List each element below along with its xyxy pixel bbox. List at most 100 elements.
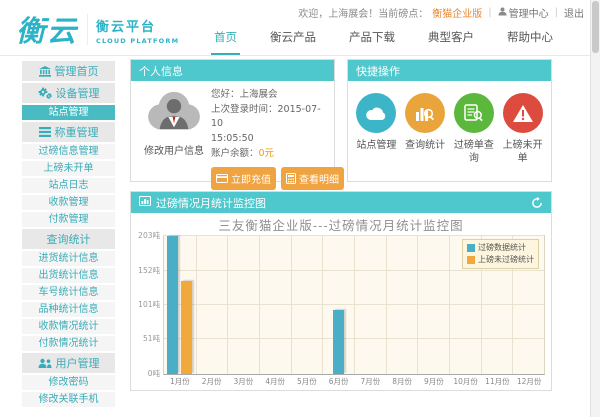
sidebar-label: 站点日志	[49, 180, 89, 191]
sidebar-label: 修改关联手机	[39, 394, 99, 405]
sidebar-item[interactable]: 收款管理	[22, 195, 115, 210]
sidebar-label: 收款情况统计	[39, 321, 99, 332]
sidebar-item[interactable]: 车号统计信息	[22, 285, 115, 300]
x-axis-label: 4月份	[259, 376, 291, 387]
legend-swatch	[467, 256, 475, 264]
sidebar-item[interactable]: 进货统计信息	[22, 251, 115, 266]
main-nav: 首页衡云产品产品下载典型客户帮助中心	[211, 23, 556, 55]
unbilled-action[interactable]: 上磅未开单	[498, 93, 547, 165]
sidebar-item[interactable]: 站点管理	[22, 105, 115, 120]
quick-actions-panel: 快捷操作 站点管理查询统计过磅单查询上磅未开单	[347, 59, 552, 182]
nav-tab[interactable]: 典型客户	[425, 23, 477, 55]
sidebar-item[interactable]: 付款情况统计	[22, 336, 115, 351]
chart-title: 三友衡猫企业版---过磅情况月统计监控图	[137, 216, 545, 235]
y-axis-label: 101吨	[138, 299, 160, 310]
sidebar-item[interactable]: 收款情况统计	[22, 319, 115, 334]
admin-center-link[interactable]: 管理中心	[498, 5, 549, 20]
welcome-text: 欢迎，上海展会！当前磅点：	[298, 5, 428, 20]
view-detail-button[interactable]: 查看明细	[281, 167, 344, 190]
sidebar-item[interactable]: 付款管理	[22, 212, 115, 227]
nav-tab[interactable]: 产品下载	[346, 23, 398, 55]
nav-tab[interactable]: 帮助中心	[504, 23, 556, 55]
legend-item: 上磅未过磅统计	[467, 254, 534, 266]
app-logo: 衡云 衡云平台 CLOUD PLATFORM	[16, 8, 179, 50]
bar-series-0	[167, 236, 178, 374]
quick-actions-title: 快捷操作	[356, 63, 400, 79]
logo-subtitle: CLOUD PLATFORM	[96, 37, 179, 45]
sidebar-item[interactable]: 出货统计信息	[22, 268, 115, 283]
legend-label: 过磅数据统计	[478, 242, 526, 254]
edit-user-info-link[interactable]: 修改用户信息	[137, 142, 211, 157]
users-icon	[38, 358, 52, 369]
sidebar-item[interactable]: 过磅信息管理	[22, 144, 115, 159]
gridline-v	[449, 236, 450, 374]
sidebar-section[interactable]: 用户管理	[22, 353, 115, 373]
logout-link[interactable]: 退出	[564, 5, 584, 20]
chart-header-left: 过磅情况月统计监控图	[139, 195, 266, 211]
sidebar-section[interactable]: 查询统计	[22, 229, 115, 249]
sidebar-label: 修改密码	[49, 377, 89, 388]
sidebar-label: 车号统计信息	[39, 287, 99, 298]
personal-info-panel: 个人信息	[130, 59, 335, 182]
legend-label: 上磅未过磅统计	[478, 254, 534, 266]
sidebar-label: 进货统计信息	[39, 253, 99, 264]
weigh-ticket-query-action[interactable]: 过磅单查询	[450, 93, 499, 165]
gears-icon	[38, 87, 52, 99]
y-axis-label: 203吨	[138, 230, 160, 241]
logo-wordmark: 衡云	[16, 8, 78, 50]
sidebar-label: 收款管理	[49, 197, 89, 208]
chart-panel: 过磅情况月统计监控图 三友衡猫企业版---过磅情况月统计监控图 0吨51吨101…	[130, 191, 552, 391]
sidebar-item[interactable]: 修改关联手机	[22, 392, 115, 407]
site-manage-action[interactable]: 站点管理	[352, 93, 401, 165]
x-axis-label: 12月份	[513, 376, 545, 387]
list-search-icon	[454, 93, 494, 133]
current-site-link[interactable]: 衡猫企业版	[432, 5, 482, 20]
nav-tab[interactable]: 衡云产品	[267, 23, 319, 55]
x-axis-label: 7月份	[355, 376, 387, 387]
x-axis-label: 9月份	[418, 376, 450, 387]
bank-icon	[39, 66, 51, 77]
sidebar-item[interactable]: 品种统计信息	[22, 302, 115, 317]
last-login-time: 15:05:50	[211, 132, 328, 147]
sidebar-label: 设备管理	[56, 85, 100, 101]
personal-info-title: 个人信息	[139, 63, 183, 79]
scrollbar-track[interactable]	[590, 0, 600, 417]
sidebar-item[interactable]: 站点日志	[22, 178, 115, 193]
quick-actions-header: 快捷操作	[348, 60, 551, 81]
sidebar-section[interactable]: 管理首页	[22, 61, 115, 81]
chart-legend: 过磅数据统计上磅未过磅统计	[462, 239, 539, 269]
logo-title: 衡云平台	[96, 16, 179, 35]
gridline-v	[227, 236, 228, 374]
query-stats-action[interactable]: 查询统计	[401, 93, 450, 165]
legend-swatch	[467, 244, 475, 252]
quick-action-label: 过磅单查询	[450, 139, 499, 165]
x-axis-label: 3月份	[228, 376, 260, 387]
sidebar-label: 用户管理	[56, 355, 100, 371]
x-axis-label: 10月份	[450, 376, 482, 387]
gridline-v	[291, 236, 292, 374]
sidebar-section[interactable]: 设备管理	[22, 83, 115, 103]
logo-text-block: 衡云平台 CLOUD PLATFORM	[87, 14, 179, 45]
quick-action-label: 上磅未开单	[498, 139, 547, 165]
gridline-v	[417, 236, 418, 374]
nav-tab[interactable]: 首页	[211, 23, 240, 55]
x-axis-label: 2月份	[196, 376, 228, 387]
refresh-icon[interactable]	[531, 197, 543, 209]
sidebar-item[interactable]: 修改密码	[22, 375, 115, 390]
chart-body: 三友衡猫企业版---过磅情况月统计监控图 0吨51吨101吨152吨203吨 过…	[131, 213, 551, 388]
gridline-v	[386, 236, 387, 374]
sidebar-label: 过磅信息管理	[39, 146, 99, 157]
chart-panel-header: 过磅情况月统计监控图	[131, 192, 551, 213]
plot-area: 过磅数据统计上磅未过磅统计	[163, 235, 545, 375]
detail-icon	[286, 173, 296, 184]
recharge-button[interactable]: 立即充值	[211, 167, 276, 190]
gridline-v	[354, 236, 355, 374]
scrollbar-thumb[interactable]	[592, 1, 599, 53]
sidebar-section[interactable]: 称重管理	[22, 122, 115, 142]
top-panels-row: 个人信息	[130, 59, 552, 182]
sidebar-item[interactable]: 上磅未开单	[22, 161, 115, 176]
bar-chart-icon	[139, 196, 151, 209]
last-login-line: 上次登录时间：2015-07-10	[211, 103, 328, 132]
x-axis: 1月份2月份3月份4月份5月份6月份7月份8月份9月份10月份11月份12月份	[164, 375, 545, 388]
balance-value: 0元	[259, 148, 275, 159]
